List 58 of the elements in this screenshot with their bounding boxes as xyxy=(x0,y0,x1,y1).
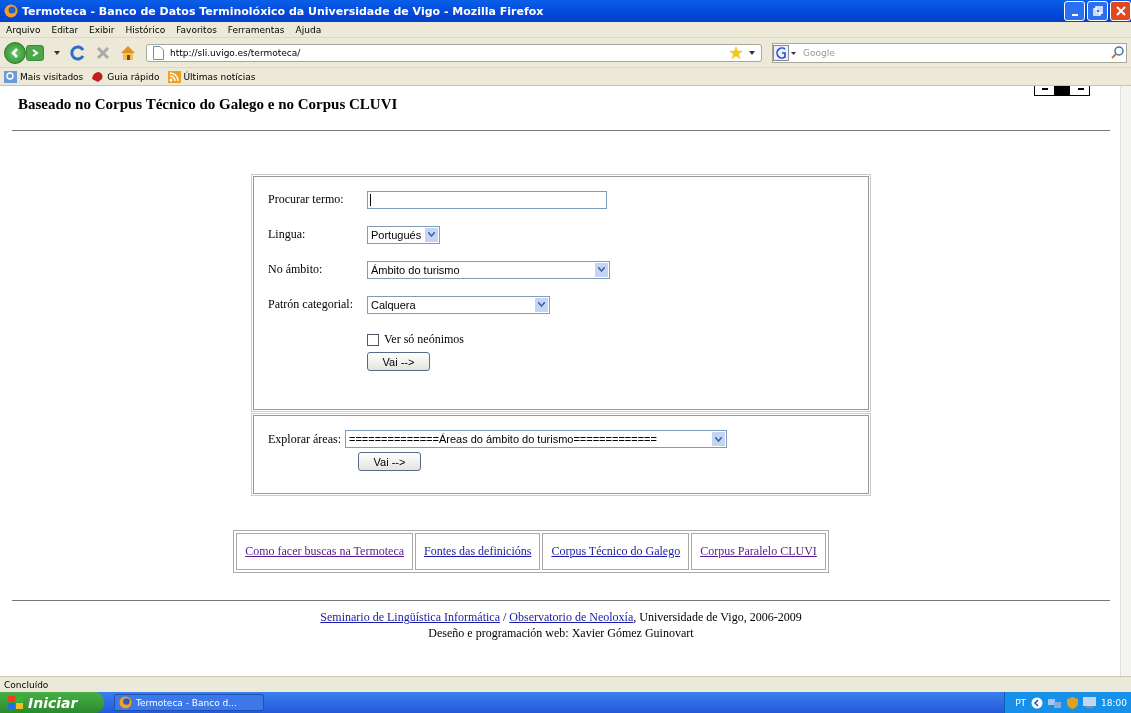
field-label: Patrón categorial: xyxy=(268,297,354,312)
close-icon xyxy=(1115,6,1126,16)
term-input[interactable] xyxy=(367,190,607,209)
browser-icon xyxy=(119,696,132,709)
menu-item[interactable]: Editar xyxy=(51,24,79,35)
menu-item[interactable]: Ferramentas xyxy=(227,24,285,35)
search-field[interactable]: Google xyxy=(772,42,1127,63)
menu-item[interactable]: Ajuda xyxy=(295,24,322,35)
search-engine-icon[interactable] xyxy=(773,44,797,61)
menu-item[interactable]: Exibir xyxy=(89,24,115,35)
status-text: Concluído xyxy=(4,679,49,690)
menu-item[interactable]: Favoritos xyxy=(176,24,217,35)
windows-flag-icon xyxy=(8,695,24,710)
footer-text: Seminario de Lingüística Informática / Observatorio de Neoloxía, Universidade de Vigo, 2006-2009 xyxy=(320,610,802,625)
field-label: No ámbito: xyxy=(268,262,324,277)
rss-icon xyxy=(167,70,181,83)
clock: 18:00 xyxy=(1101,697,1127,708)
field-label: Explorar áreas: xyxy=(268,431,341,447)
neonyms-checkbox[interactable]: Ver só neónimos xyxy=(367,329,464,350)
search-icon[interactable] xyxy=(1111,46,1124,59)
pattern-select[interactable]: Calquera xyxy=(367,295,550,314)
address-field[interactable]: http://sli.uvigo.es/termoteca/ xyxy=(146,43,762,62)
field-label: Lingua: xyxy=(268,227,307,242)
submit-button[interactable]: Vai --> xyxy=(358,452,421,471)
footer-link[interactable]: Seminario de Lingüística Informática xyxy=(320,610,500,624)
scrollbar[interactable] xyxy=(1120,86,1131,676)
star-icon[interactable] xyxy=(729,45,743,60)
scope-select[interactable]: Ámbito do turismo xyxy=(367,260,610,279)
start-button[interactable]: Iniciar xyxy=(0,692,104,713)
magnifier-icon xyxy=(4,70,17,83)
credit-text: Deseño e programación web: Xavier Gómez Guinovart xyxy=(427,626,695,641)
home-icon[interactable] xyxy=(120,45,136,60)
back-button[interactable] xyxy=(4,41,26,64)
monitor-icon[interactable] xyxy=(1083,697,1097,708)
page-heading: Baseado no Corpus Técnico do Galego e no Corpus CLUVI xyxy=(18,96,398,113)
dropdown-caret-icon[interactable] xyxy=(54,50,60,55)
window-title: Termoteca - Banco de Datos Terminolóxico da Universidade de Vigo - Mozilla Firefox xyxy=(22,4,544,18)
language-select[interactable]: Portugués xyxy=(367,225,441,244)
minimize-button[interactable] xyxy=(1064,1,1085,21)
bookmark-item[interactable]: Guia rápido xyxy=(91,70,160,83)
reload-icon[interactable] xyxy=(70,44,86,61)
field-label: Procurar termo: xyxy=(268,192,345,207)
minimize-icon xyxy=(1071,14,1078,16)
areas-select[interactable]: ==============Áreas do ámbito do turismo============= xyxy=(344,430,727,448)
dropdown-caret-icon[interactable] xyxy=(749,50,755,55)
bookmark-item[interactable]: Mais visitados xyxy=(4,70,84,83)
menu-item[interactable]: Histórico xyxy=(125,24,166,35)
taskbar-item[interactable]: Termoteca - Banco d... xyxy=(114,694,264,711)
bookmark-item[interactable]: Últimas notícias xyxy=(167,70,256,83)
forward-button[interactable] xyxy=(26,44,44,61)
restore-icon xyxy=(1092,6,1103,16)
browser-icon xyxy=(4,4,18,18)
page-icon xyxy=(153,45,164,60)
logo-drawing xyxy=(1034,86,1090,96)
menu-item[interactable]: Arquivo xyxy=(6,24,41,35)
submit-button[interactable]: Vai --> xyxy=(367,352,430,371)
restore-button[interactable] xyxy=(1087,1,1108,21)
close-button[interactable] xyxy=(1110,1,1131,21)
